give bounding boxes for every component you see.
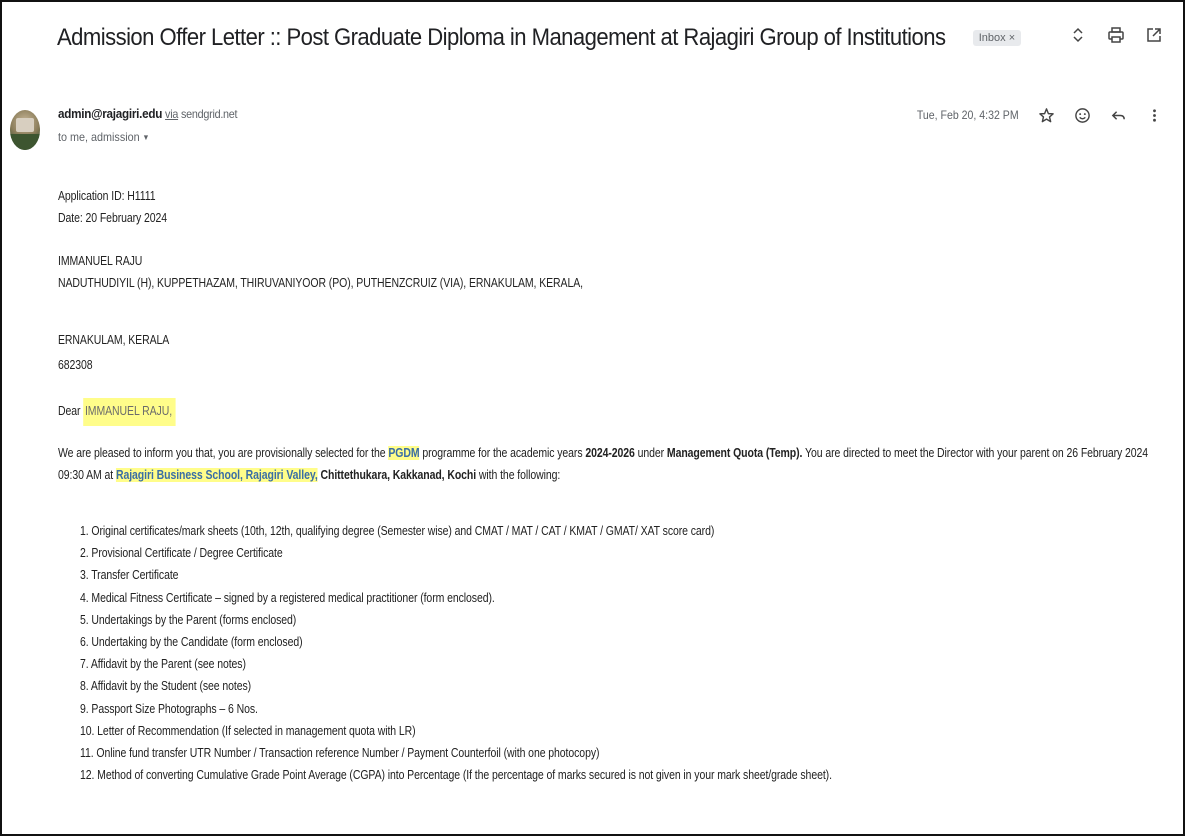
para-text-1: We are pleased to inform you that, you a…: [58, 446, 389, 460]
more-options-icon[interactable]: [1145, 106, 1163, 124]
address-line-2: ERNAKULAM, KERALA: [58, 333, 170, 347]
list-item: 11. Online fund transfer UTR Number / Tr…: [80, 745, 600, 760]
quota: Management Quota (Temp).: [666, 446, 803, 460]
message-actions: Tue, Feb 20, 4:32 PM: [903, 106, 1163, 124]
via-domain: sendgrid.net: [181, 107, 238, 121]
venue-location: Chittethukara, Kakkanad, Kochi: [320, 468, 477, 482]
salutation: Dear IMMANUEL RAJU,: [58, 398, 176, 426]
para-text-6: with the following:: [476, 468, 561, 482]
via-link[interactable]: via: [165, 107, 178, 121]
print-icon[interactable]: [1107, 26, 1125, 44]
list-item: 7. Affidavit by the Parent (see notes): [80, 657, 246, 672]
para-text-2: programme for the academic years: [419, 446, 586, 460]
email-subject: Admission Offer Letter :: Post Graduate …: [57, 24, 946, 51]
sender-line: admin@rajagiri.edu via sendgrid.net: [58, 106, 238, 121]
recipients-text: to me, admission: [58, 130, 140, 144]
address-line-1: NADUTHUDIYIL (H), KUPPETHAZAM, THIRUVANI…: [58, 276, 583, 290]
email-viewer: Admission Offer Letter :: Post Graduate …: [0, 0, 1185, 836]
list-item: 10. Letter of Recommendation (If selecte…: [80, 723, 416, 738]
recipients-toggle[interactable]: to me, admission ▼: [58, 130, 237, 144]
programme-highlight: PGDM: [388, 446, 420, 460]
list-item: 2. Provisional Certificate / Degree Cert…: [80, 546, 283, 561]
salutation-name: IMMANUEL RAJU,: [83, 398, 176, 426]
list-item: 1. Original certificates/mark sheets (10…: [80, 524, 715, 538]
list-item: 5. Undertakings by the Parent (forms enc…: [80, 612, 297, 627]
list-item: 9. Passport Size Photographs – 6 Nos.: [80, 701, 258, 716]
list-item: 4. Medical Fitness Certificate – signed …: [80, 590, 495, 605]
list-item: 8. Affidavit by the Student (see notes): [80, 679, 252, 694]
recipient-name: IMMANUEL RAJU: [58, 254, 143, 268]
message-timestamp: Tue, Feb 20, 4:32 PM: [917, 108, 1019, 122]
inbox-label-chip[interactable]: Inbox ×: [972, 30, 1022, 46]
sender-block: admin@rajagiri.edu via sendgrid.net to m…: [58, 106, 257, 144]
expand-collapse-icon[interactable]: [1069, 26, 1087, 44]
pincode: 682308: [58, 358, 93, 372]
sender-email[interactable]: admin@rajagiri.edu: [58, 106, 162, 121]
required-documents-list: 1. Original certificates/mark sheets (10…: [80, 520, 975, 786]
thread-actions: [1069, 26, 1163, 44]
sender-avatar[interactable]: [10, 110, 40, 150]
letter-date: Date: 20 February 2024: [58, 211, 168, 225]
offer-paragraph: We are pleased to inform you that, you a…: [58, 442, 1150, 486]
open-in-new-window-icon[interactable]: [1145, 26, 1163, 44]
para-text-3: under: [634, 446, 667, 460]
list-item: 3. Transfer Certificate: [80, 568, 179, 583]
application-id: Application ID: H1111: [58, 189, 156, 203]
reply-icon[interactable]: [1109, 106, 1127, 124]
list-item: 12. Method of converting Cumulative Grad…: [80, 768, 832, 783]
academic-years: 2024-2026: [585, 446, 635, 460]
subject-row: Admission Offer Letter :: Post Graduate …: [57, 24, 1022, 52]
star-icon[interactable]: [1037, 106, 1055, 124]
list-item: 6. Undertaking by the Candidate (form en…: [80, 634, 303, 649]
chevron-down-icon[interactable]: ▼: [142, 133, 149, 142]
venue-highlight: Rajagiri Business School, Rajagiri Valle…: [115, 468, 318, 482]
emoji-reaction-icon[interactable]: [1073, 106, 1091, 124]
salutation-prefix: Dear: [58, 404, 84, 418]
